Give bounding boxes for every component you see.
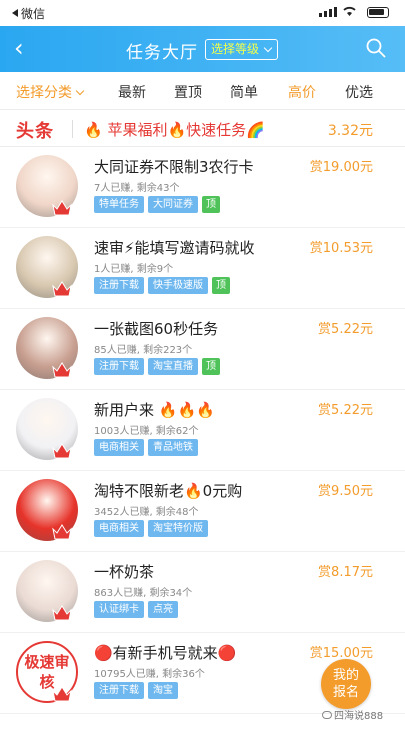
filter-simple[interactable]: 简单 [230, 82, 258, 102]
signal-icon [319, 7, 337, 17]
filter-bar: 选择分类 最新 置顶 简单 高价 优选 [0, 72, 405, 110]
crown-icon [52, 200, 72, 216]
task-reward: 赏10.53元 [309, 241, 373, 256]
headline-amount: 3.32元 [327, 123, 373, 139]
task-title: 🔴有新手机号就来🔴 [94, 644, 237, 662]
task-badges: 注册下载 快手极速版顶 [94, 277, 230, 294]
crown-icon [52, 605, 72, 621]
task-row[interactable]: 速审⚡能填写邀请码就收 1人已赚, 剩余9个 赏10.53元注册下载 快手极速版顶 [0, 228, 405, 309]
task-reward: 赏15.00元 [309, 646, 373, 661]
task-tag[interactable]: 注册下载 [94, 682, 144, 699]
task-tag[interactable]: 淘宝直播 [148, 358, 198, 375]
pinned-badge: 顶 [212, 277, 230, 294]
task-meta: 863人已赚, 剩余34个 [94, 588, 193, 599]
task-reward: 赏8.17元 [318, 565, 373, 580]
divider [72, 120, 73, 138]
wechat-icon [322, 711, 332, 719]
filter-high-price[interactable]: 高价 [288, 82, 316, 102]
filter-category-label: 选择分类 [16, 85, 72, 101]
task-badges: 注册下载 淘宝直播顶 [94, 358, 220, 375]
task-tag[interactable]: 特单任务 [94, 196, 144, 213]
task-meta: 1003人已赚, 剩余62个 [94, 426, 199, 437]
crown-icon [52, 686, 72, 702]
task-tag[interactable]: 注册下载 [94, 358, 144, 375]
crown-icon [52, 362, 72, 378]
pinned-badge: 顶 [202, 196, 220, 213]
pinned-badge: 顶 [202, 358, 220, 375]
task-tag[interactable]: 电商相关 [94, 439, 144, 456]
crown-icon [52, 524, 72, 540]
task-tag[interactable]: 电商相关 [94, 520, 144, 537]
task-reward: 赏9.50元 [318, 484, 373, 499]
page-title: 任务大厅 [126, 43, 198, 63]
wifi-icon [342, 5, 357, 20]
task-tag[interactable]: 快手极速版 [148, 277, 208, 294]
task-reward: 赏19.00元 [309, 160, 373, 175]
task-title: 一张截图60秒任务 [94, 320, 219, 338]
back-to-app-icon[interactable] [12, 9, 18, 17]
chevron-down-icon [75, 86, 85, 96]
task-meta: 10795人已赚, 剩余36个 [94, 669, 205, 680]
task-row[interactable]: 新用户来 🔥🔥🔥 1003人已赚, 剩余62个 赏5.22元电商相关 青品地铁 [0, 390, 405, 471]
task-badges: 电商相关 青品地铁 [94, 439, 198, 456]
filter-newest[interactable]: 最新 [118, 82, 146, 102]
headline-tag: 头条 [16, 121, 54, 142]
task-title: 大同证券不限制3农行卡 [94, 158, 254, 176]
back-to-app-label[interactable]: 微信 [21, 5, 45, 22]
my-signup-line2: 报名 [332, 685, 359, 700]
task-tag[interactable]: 认证绑卡 [94, 601, 144, 618]
my-signup-button[interactable]: 我的 报名 [321, 659, 371, 709]
task-title: 新用户来 🔥🔥🔥 [94, 401, 215, 419]
crown-icon [52, 281, 72, 297]
task-tag[interactable]: 淘宝 [148, 682, 178, 699]
task-title: 淘特不限新老🔥0元购 [94, 482, 243, 500]
watermark-text: 四海说888 [334, 711, 384, 722]
task-badges: 电商相关 淘宝特价版 [94, 520, 208, 537]
crown-icon [52, 443, 72, 459]
task-meta: 1人已赚, 剩余9个 [94, 264, 174, 275]
task-title: 一杯奶茶 [94, 563, 155, 581]
task-badges: 认证绑卡 点亮 [94, 601, 178, 618]
task-tag[interactable]: 淘宝特价版 [148, 520, 208, 537]
task-tag[interactable]: 青品地铁 [148, 439, 198, 456]
task-row[interactable]: 淘特不限新老🔥0元购 3452人已赚, 剩余48个 赏9.50元电商相关 淘宝特价版 [0, 471, 405, 552]
watermark: 四海说888 [322, 707, 383, 722]
level-select-label: 选择等级 [211, 42, 260, 56]
headline-text: 🔥 苹果福利🔥快速任务🌈 [84, 121, 265, 139]
filter-preferred[interactable]: 优选 [345, 82, 373, 102]
task-badges: 特单任务 大同证券顶 [94, 196, 220, 213]
level-select[interactable]: 选择等级 [205, 39, 279, 60]
task-tag[interactable]: 大同证券 [148, 196, 198, 213]
task-row[interactable]: 一杯奶茶 863人已赚, 剩余34个 赏8.17元认证绑卡 点亮 [0, 552, 405, 633]
task-meta: 7人已赚, 剩余43个 [94, 183, 180, 194]
task-meta: 3452人已赚, 剩余48个 [94, 507, 199, 518]
filter-pinned[interactable]: 置顶 [174, 82, 202, 102]
task-title: 速审⚡能填写邀请码就收 [94, 239, 255, 257]
my-signup-line1: 我的 [332, 668, 359, 683]
task-tag[interactable]: 注册下载 [94, 277, 144, 294]
filter-category[interactable]: 选择分类 [16, 82, 85, 102]
task-row[interactable]: 一张截图60秒任务 85人已赚, 剩余223个 赏5.22元注册下载 淘宝直播顶 [0, 309, 405, 390]
nav-bar: ‹ 任务大厅 选择等级 [0, 26, 405, 72]
task-row[interactable]: 大同证券不限制3农行卡 7人已赚, 剩余43个 赏19.00元特单任务 大同证券顶 [0, 147, 405, 228]
chevron-down-icon [263, 43, 273, 53]
task-badges: 注册下载 淘宝 [94, 682, 178, 699]
headline-banner[interactable]: 头条 🔥 苹果福利🔥快速任务🌈 3.32元 [0, 111, 405, 147]
task-meta: 85人已赚, 剩余223个 [94, 345, 193, 356]
search-icon[interactable] [365, 37, 387, 59]
battery-icon [367, 7, 389, 18]
status-bar: 微信 [0, 0, 405, 26]
task-reward: 赏5.22元 [318, 403, 373, 418]
task-reward: 赏5.22元 [318, 322, 373, 337]
back-icon[interactable]: ‹ [14, 35, 24, 61]
task-tag[interactable]: 点亮 [148, 601, 178, 618]
